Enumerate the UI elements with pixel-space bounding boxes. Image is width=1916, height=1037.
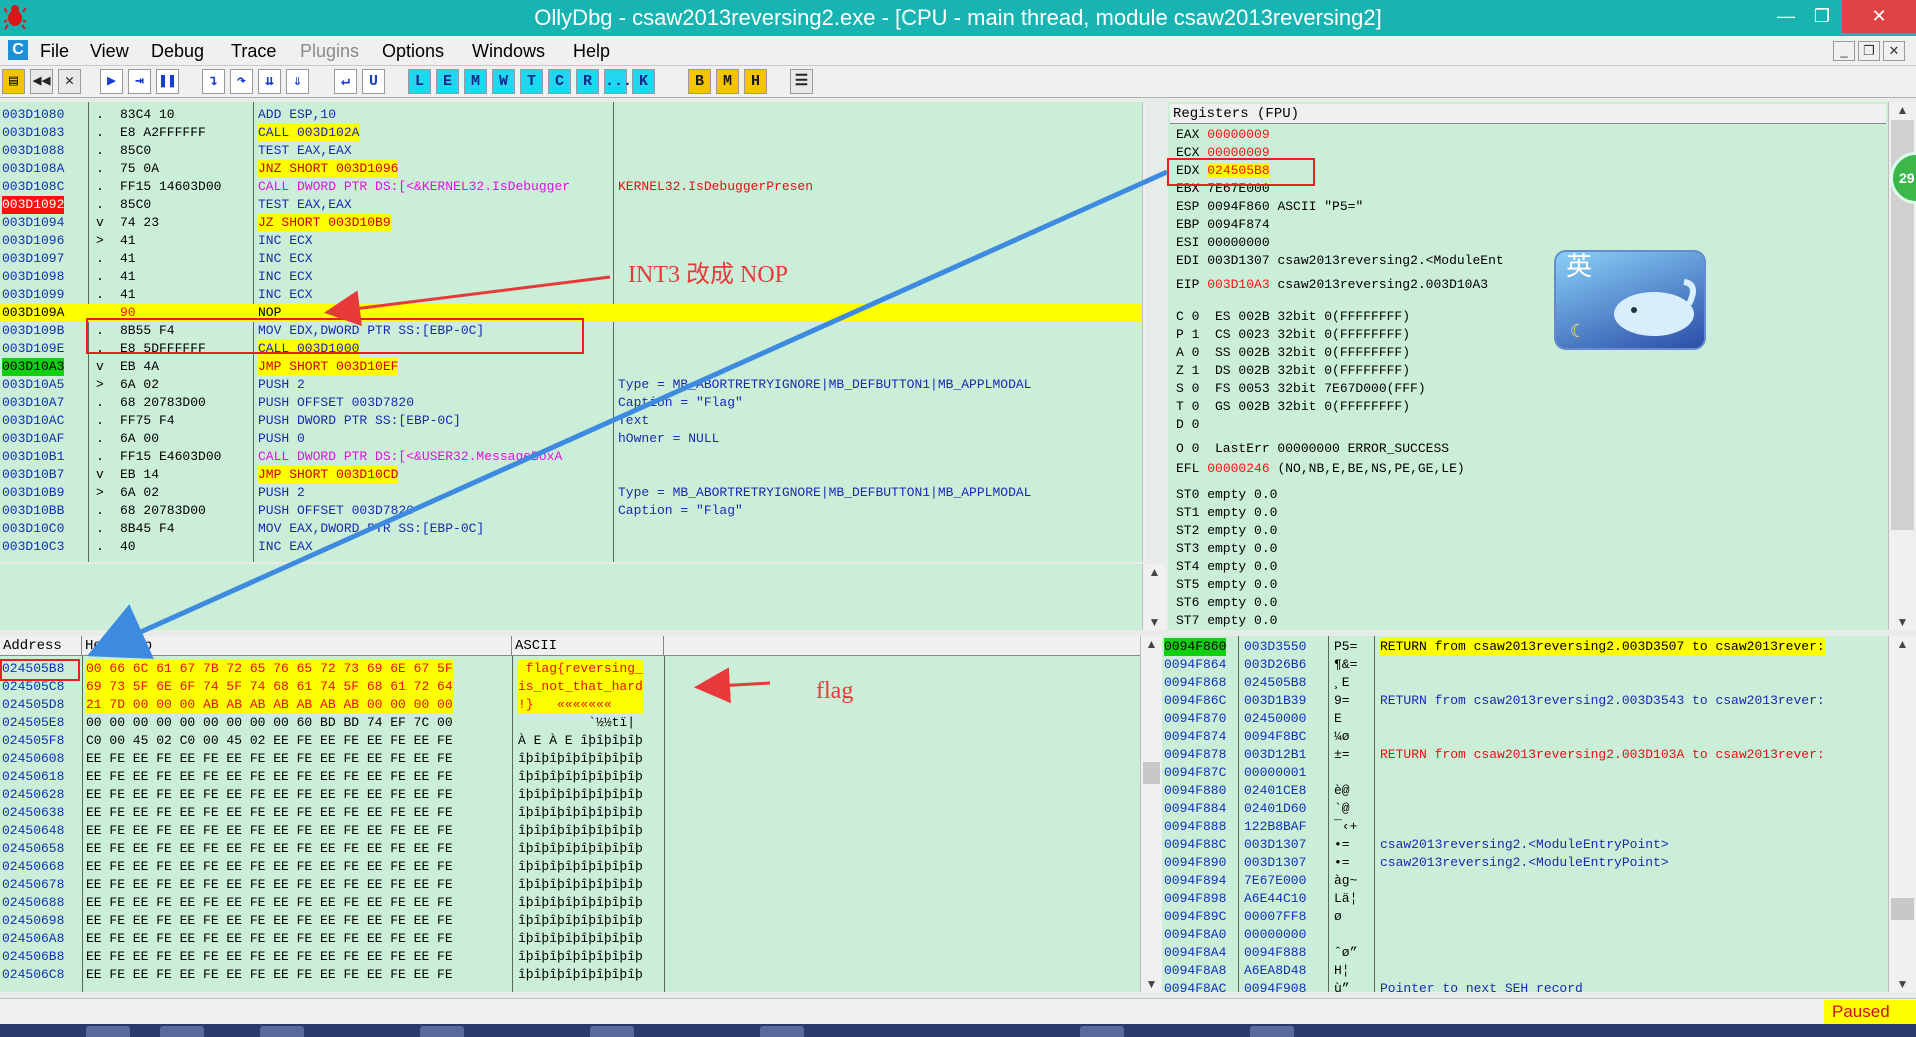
taskbar-app[interactable] <box>260 1026 304 1037</box>
taskbar-app[interactable] <box>760 1026 804 1037</box>
int3-arrow <box>324 275 611 327</box>
taskbar-app[interactable] <box>1080 1026 1124 1037</box>
taskbar-app[interactable] <box>1250 1026 1294 1037</box>
flag-arrow <box>694 667 771 704</box>
edx-to-dump-arrow <box>86 169 1169 659</box>
taskbar-app[interactable] <box>590 1026 634 1037</box>
taskbar-app[interactable] <box>420 1026 464 1037</box>
annotation-arrows <box>86 169 1169 704</box>
status-bar <box>0 998 1916 1024</box>
taskbar-app[interactable] <box>86 1026 130 1037</box>
taskbar-app[interactable] <box>160 1026 204 1037</box>
paused-status: Paused <box>1824 1000 1916 1024</box>
olly-window: { "window": {"title": "OllyDbg - csaw201… <box>0 0 1916 1037</box>
